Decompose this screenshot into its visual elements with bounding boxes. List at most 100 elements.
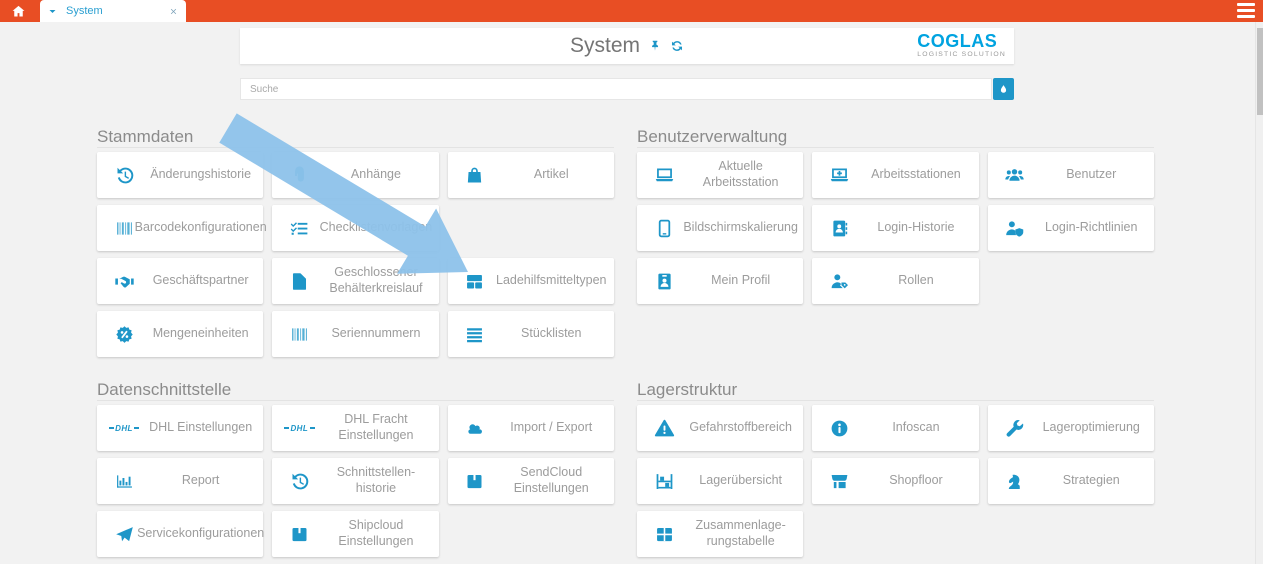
tile-sendcloud-einstellungen[interactable]: SendCloud Einstellungen xyxy=(448,458,614,504)
tile-label: Arbeitsstationen xyxy=(856,152,975,198)
tile-ladehilfsmitteltypen[interactable]: Ladehilfsmitteltypen xyxy=(448,258,614,304)
paper-plane-icon xyxy=(110,511,138,557)
history-icon xyxy=(110,152,138,198)
warning-triangle-icon xyxy=(650,405,678,451)
tile-row: BarcodekonfigurationenChecklistenvorlage… xyxy=(97,205,614,251)
top-bar: System xyxy=(0,0,1263,22)
section-datenschnittstelle: DatenschnittstelleDHLDHL EinstellungenDH… xyxy=(97,381,614,557)
pin-icon[interactable] xyxy=(648,39,662,53)
page-title: System xyxy=(570,34,640,58)
chess-knight-icon xyxy=(1001,458,1029,504)
tile-mengeneinheiten[interactable]: Mengeneinheiten xyxy=(97,311,263,357)
tile-barcodekonfigurationen[interactable]: Barcodekonfigurationen xyxy=(97,205,263,251)
refresh-icon[interactable] xyxy=(670,39,684,53)
tile-row: Mein Profil Rollen xyxy=(637,258,1154,304)
tile-arbeitsstationen[interactable]: Arbeitsstationen xyxy=(812,152,978,198)
box-icon xyxy=(285,511,313,557)
tile-label: Anhänge xyxy=(316,152,435,198)
file-icon xyxy=(285,258,313,304)
tile-anhänge[interactable]: Anhänge xyxy=(272,152,438,198)
tab-close-icon[interactable] xyxy=(169,7,178,16)
tile-änderungshistorie[interactable]: Änderungshistorie xyxy=(97,152,263,198)
tile-dhl-fracht-einstellungen[interactable]: DHLDHL Fracht Einstellungen xyxy=(272,405,438,451)
tile-login-historie[interactable]: Login-Historie xyxy=(812,205,978,251)
tile-seriennummern[interactable]: Seriennummern xyxy=(272,311,438,357)
tile-lageroptimierung[interactable]: Lageroptimierung xyxy=(988,405,1154,451)
tile-bildschirmskalierung[interactable]: Bildschirmskalierung xyxy=(637,205,803,251)
tab-label: System xyxy=(57,5,169,17)
search-clear-button[interactable] xyxy=(993,78,1014,100)
tile-label: Shipcloud Einstellungen xyxy=(316,511,435,557)
tile-label: Aktuelle Arbeitsstation xyxy=(681,152,800,198)
users-icon xyxy=(1001,152,1029,198)
scrollbar-thumb[interactable] xyxy=(1257,28,1263,115)
tile-gefahrstoffbereich[interactable]: Gefahrstoffbereich xyxy=(637,405,803,451)
logo-name: COGLAS xyxy=(917,32,1006,50)
section-benutzerverwaltung: BenutzerverwaltungAktuelle Arbeitsstatio… xyxy=(637,128,1154,304)
info-circle-icon xyxy=(825,405,853,451)
tile-infoscan[interactable]: Infoscan xyxy=(812,405,978,451)
tile-checklistenvorlagen[interactable]: Checklistenvorlagen xyxy=(272,205,438,251)
store-icon xyxy=(825,458,853,504)
dhl-icon: DHL xyxy=(285,405,313,451)
search-input[interactable] xyxy=(240,78,992,100)
tile-label: Gefahrstoffbereich xyxy=(681,405,800,451)
history-icon xyxy=(285,458,313,504)
tile-label: Ladehilfsmitteltypen xyxy=(492,258,611,304)
section-title-datenschnittstelle: Datenschnittstelle xyxy=(97,381,614,401)
tile-shipcloud-einstellungen[interactable]: Shipcloud Einstellungen xyxy=(272,511,438,557)
tile-label: Mengeneinheiten xyxy=(141,311,260,357)
tile-zusammenlage-rungstabelle[interactable]: Zusammenlage- rungstabelle xyxy=(637,511,803,557)
wrench-icon xyxy=(1001,405,1029,451)
tile-lagerübersicht[interactable]: Lagerübersicht xyxy=(637,458,803,504)
hamburger-menu-icon[interactable] xyxy=(1237,3,1255,18)
tile-schnittstellen-historie[interactable]: Schnittstellen- historie xyxy=(272,458,438,504)
boxes-icon xyxy=(461,258,489,304)
tile-dhl-einstellungen[interactable]: DHLDHL Einstellungen xyxy=(97,405,263,451)
tile-report[interactable]: Report xyxy=(97,458,263,504)
tile-label: Zusammenlage- rungstabelle xyxy=(681,511,800,557)
chart-bar-icon xyxy=(110,458,138,504)
tile-label: SendCloud Einstellungen xyxy=(492,458,611,504)
tile-servicekonfigurationen[interactable]: Servicekonfigurationen xyxy=(97,511,263,557)
shopping-bag-icon xyxy=(461,152,489,198)
section-stammdaten: StammdatenÄnderungshistorieAnhängeArtike… xyxy=(97,128,614,357)
tile-label: Benutzer xyxy=(1032,152,1151,198)
chevron-down-icon[interactable] xyxy=(48,7,57,16)
tile-label: Geschäftspartner xyxy=(141,258,260,304)
tile-row: DHLDHL EinstellungenDHLDHL Fracht Einste… xyxy=(97,405,614,451)
tile-label: Mein Profil xyxy=(681,258,800,304)
tile-row: Lagerübersicht Shopfloor Strategien xyxy=(637,458,1154,504)
tile-label: Lagerübersicht xyxy=(681,458,800,504)
barcode-icon xyxy=(285,311,313,357)
tile-shopfloor[interactable]: Shopfloor xyxy=(812,458,978,504)
section-lagerstruktur: LagerstrukturGefahrstoffbereichInfoscanL… xyxy=(637,381,1154,557)
tile-row: Zusammenlage- rungstabelle xyxy=(637,511,1154,557)
tile-label: Strategien xyxy=(1032,458,1151,504)
tile-row: Mengeneinheiten SeriennummernStücklisten xyxy=(97,311,614,357)
header-card: System COGLAS LOGISTIC SOLUTION xyxy=(240,28,1014,64)
list-bars-icon xyxy=(461,311,489,357)
tile-aktuelle-arbeitsstation[interactable]: Aktuelle Arbeitsstation xyxy=(637,152,803,198)
tile-rollen[interactable]: Rollen xyxy=(812,258,978,304)
paperclip-icon xyxy=(285,152,313,198)
tile-artikel[interactable]: Artikel xyxy=(448,152,614,198)
scrollbar[interactable] xyxy=(1255,22,1263,564)
tile-strategien[interactable]: Strategien xyxy=(988,458,1154,504)
tab-system[interactable]: System xyxy=(40,0,186,22)
tile-import-export[interactable]: Import / Export xyxy=(448,405,614,451)
tile-label: Login-Richtlinien xyxy=(1032,205,1151,251)
tile-label: Geschlossener Behälterkreislauf xyxy=(316,258,435,304)
tile-benutzer[interactable]: Benutzer xyxy=(988,152,1154,198)
dhl-icon: DHL xyxy=(110,405,138,451)
home-button[interactable] xyxy=(0,0,37,22)
tile-login-richtlinien[interactable]: Login-Richtlinien xyxy=(988,205,1154,251)
tile-stücklisten[interactable]: Stücklisten xyxy=(448,311,614,357)
tile-label: Lageroptimierung xyxy=(1032,405,1151,451)
tile-geschlossener-behälterkreislauf[interactable]: Geschlossener Behälterkreislauf xyxy=(272,258,438,304)
shelf-icon xyxy=(650,458,678,504)
tile-row: Gefahrstoffbereich Infoscan Lageroptimieru… xyxy=(637,405,1154,451)
tile-mein-profil[interactable]: Mein Profil xyxy=(637,258,803,304)
badge-percent-icon xyxy=(110,311,138,357)
tile-geschäftspartner[interactable]: Geschäftspartner xyxy=(97,258,263,304)
